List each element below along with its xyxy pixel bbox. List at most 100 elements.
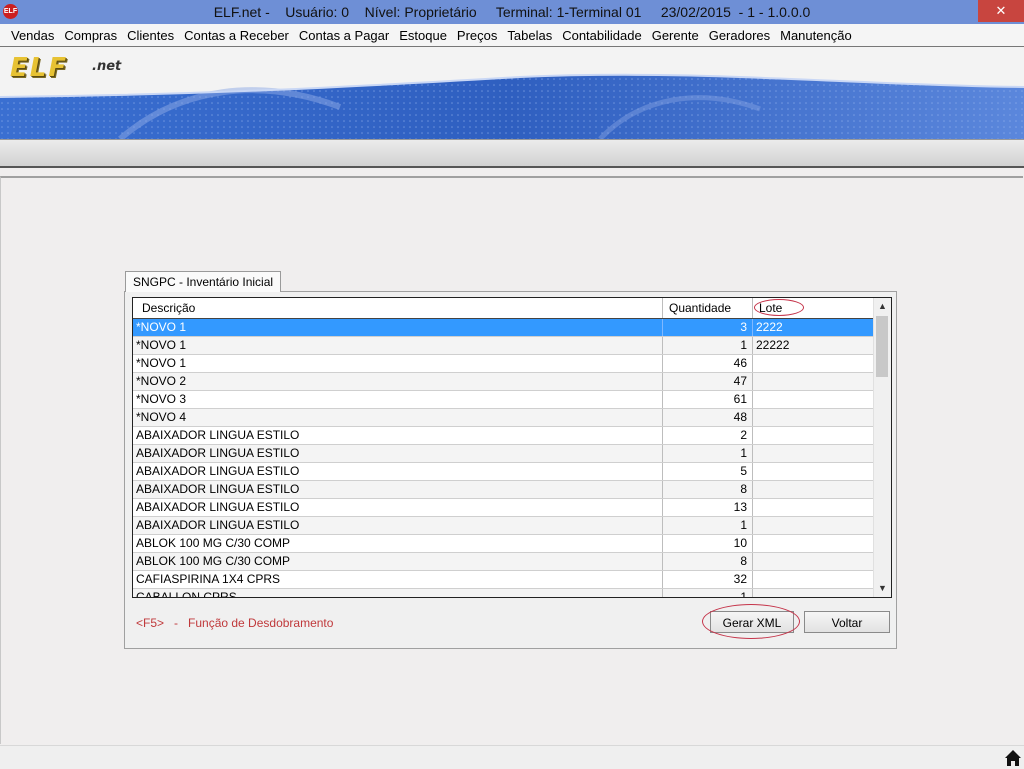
menu-item[interactable]: Estoque	[394, 28, 452, 43]
cell-lote[interactable]: 2222	[753, 319, 873, 336]
table-row[interactable]: ABAIXADOR LINGUA ESTILO 1	[133, 445, 873, 463]
cell-descricao[interactable]: CAFIASPIRINA 1X4 CPRS	[133, 571, 663, 588]
cell-lote[interactable]	[753, 445, 873, 462]
menu-item[interactable]: Clientes	[122, 28, 179, 43]
table-row[interactable]: ABAIXADOR LINGUA ESTILO 1	[133, 517, 873, 535]
table-row[interactable]: *NOVO 2 47	[133, 373, 873, 391]
table-row[interactable]: CABALLON CPRS 1	[133, 589, 873, 597]
cell-quantidade[interactable]: 1	[663, 337, 753, 354]
menu-item[interactable]: Vendas	[6, 28, 59, 43]
table-row[interactable]: ABAIXADOR LINGUA ESTILO 8	[133, 481, 873, 499]
close-button[interactable]: ✕	[978, 0, 1024, 22]
cell-quantidade[interactable]: 1	[663, 517, 753, 534]
grid-body: *NOVO 1 3 2222 *NOVO 1 1 22222 *NOVO 1 46 *NOVO …	[133, 319, 873, 597]
cell-descricao[interactable]: ABLOK 100 MG C/30 COMP	[133, 535, 663, 552]
window-title: ELF.net - Usuário: 0 Nível: Proprietário…	[213, 4, 811, 20]
table-row[interactable]: ABAIXADOR LINGUA ESTILO 13	[133, 499, 873, 517]
voltar-button[interactable]: Voltar	[804, 611, 890, 633]
column-header-descricao[interactable]: Descrição	[133, 298, 663, 318]
column-header-quantidade[interactable]: Quantidade	[663, 298, 753, 318]
cell-lote[interactable]	[753, 589, 873, 597]
menu-item[interactable]: Preços	[452, 28, 502, 43]
cell-lote[interactable]	[753, 391, 873, 408]
scroll-up-arrow-icon[interactable]: ▲	[874, 298, 891, 315]
grid-header: Descrição Quantidade Lote	[133, 298, 873, 319]
cell-quantidade[interactable]: 32	[663, 571, 753, 588]
table-row[interactable]: *NOVO 3 61	[133, 391, 873, 409]
cell-descricao[interactable]: *NOVO 1	[133, 355, 663, 372]
cell-lote[interactable]	[753, 409, 873, 426]
vertical-scrollbar[interactable]: ▲ ▼	[873, 298, 891, 597]
cell-descricao[interactable]: ABAIXADOR LINGUA ESTILO	[133, 427, 663, 444]
cell-quantidade[interactable]: 46	[663, 355, 753, 372]
cell-lote[interactable]	[753, 535, 873, 552]
scroll-thumb[interactable]	[876, 316, 888, 377]
cell-descricao[interactable]: *NOVO 2	[133, 373, 663, 390]
table-row[interactable]: *NOVO 1 1 22222	[133, 337, 873, 355]
cell-quantidade[interactable]: 8	[663, 481, 753, 498]
cell-lote[interactable]	[753, 571, 873, 588]
menu-item[interactable]: Geradores	[704, 28, 775, 43]
cell-quantidade[interactable]: 48	[663, 409, 753, 426]
menu-item[interactable]: Contas a Pagar	[294, 28, 394, 43]
cell-lote[interactable]	[753, 427, 873, 444]
cell-quantidade[interactable]: 10	[663, 535, 753, 552]
menu-item[interactable]: Gerente	[647, 28, 704, 43]
menu-item[interactable]: Contas a Receber	[179, 28, 294, 43]
inventory-grid[interactable]: Descrição Quantidade Lote *NOVO 1 3 2222 *N…	[132, 297, 892, 598]
cell-lote[interactable]	[753, 373, 873, 390]
cell-descricao[interactable]: CABALLON CPRS	[133, 589, 663, 597]
cell-descricao[interactable]: *NOVO 4	[133, 409, 663, 426]
tab-sngpc-inventario[interactable]: SNGPC - Inventário Inicial	[125, 271, 282, 292]
cell-descricao[interactable]: ABAIXADOR LINGUA ESTILO	[133, 517, 663, 534]
title-bar: ELF ELF.net - Usuário: 0 Nível: Propriet…	[0, 0, 1024, 24]
table-row[interactable]: *NOVO 1 3 2222	[133, 319, 873, 337]
cell-descricao[interactable]: *NOVO 1	[133, 337, 663, 354]
cell-lote[interactable]	[753, 553, 873, 570]
cell-quantidade[interactable]: 3	[663, 319, 753, 336]
table-row[interactable]: ABAIXADOR LINGUA ESTILO 2	[133, 427, 873, 445]
status-bar	[0, 745, 1024, 769]
annotation-ellipse-lote	[754, 299, 804, 316]
cell-lote[interactable]	[753, 499, 873, 516]
menu-bar: Vendas Compras Clientes Contas a Receber Con…	[0, 24, 1024, 46]
cell-quantidade[interactable]: 1	[663, 445, 753, 462]
f5-hint: <F5> - Função de Desdobramento	[136, 616, 334, 630]
table-row[interactable]: ABLOK 100 MG C/30 COMP 8	[133, 553, 873, 571]
gerar-xml-button[interactable]: Gerar XML	[710, 611, 794, 633]
elf-logo-suffix: .net	[92, 59, 122, 74]
cell-descricao[interactable]: ABAIXADOR LINGUA ESTILO	[133, 445, 663, 462]
scroll-down-arrow-icon[interactable]: ▼	[874, 580, 891, 597]
cell-lote[interactable]	[753, 463, 873, 480]
cell-lote[interactable]	[753, 481, 873, 498]
table-row[interactable]: *NOVO 1 46	[133, 355, 873, 373]
column-header-lote[interactable]: Lote	[753, 298, 873, 318]
cell-descricao[interactable]: ABAIXADOR LINGUA ESTILO	[133, 463, 663, 480]
cell-descricao[interactable]: ABLOK 100 MG C/30 COMP	[133, 553, 663, 570]
menu-item[interactable]: Manutenção	[775, 28, 857, 43]
cell-descricao[interactable]: *NOVO 1	[133, 319, 663, 336]
cell-lote[interactable]: 22222	[753, 337, 873, 354]
cell-quantidade[interactable]: 13	[663, 499, 753, 516]
cell-descricao[interactable]: ABAIXADOR LINGUA ESTILO	[133, 481, 663, 498]
table-row[interactable]: ABAIXADOR LINGUA ESTILO 5	[133, 463, 873, 481]
menu-item[interactable]: Tabelas	[502, 28, 557, 43]
cell-descricao[interactable]: *NOVO 3	[133, 391, 663, 408]
table-row[interactable]: CAFIASPIRINA 1X4 CPRS 32	[133, 571, 873, 589]
menu-item[interactable]: Compras	[59, 28, 122, 43]
cell-quantidade[interactable]: 47	[663, 373, 753, 390]
cell-lote[interactable]	[753, 355, 873, 372]
cell-quantidade[interactable]: 2	[663, 427, 753, 444]
elf-logo: ELF	[10, 53, 69, 83]
cell-quantidade[interactable]: 5	[663, 463, 753, 480]
cell-lote[interactable]	[753, 517, 873, 534]
cell-quantidade[interactable]: 61	[663, 391, 753, 408]
table-row[interactable]: ABLOK 100 MG C/30 COMP 10	[133, 535, 873, 553]
banner: ELF .net	[0, 46, 1024, 168]
table-row[interactable]: *NOVO 4 48	[133, 409, 873, 427]
cell-descricao[interactable]: ABAIXADOR LINGUA ESTILO	[133, 499, 663, 516]
cell-quantidade[interactable]: 8	[663, 553, 753, 570]
home-icon[interactable]	[1004, 749, 1022, 767]
menu-item[interactable]: Contabilidade	[557, 28, 647, 43]
cell-quantidade[interactable]: 1	[663, 589, 753, 597]
